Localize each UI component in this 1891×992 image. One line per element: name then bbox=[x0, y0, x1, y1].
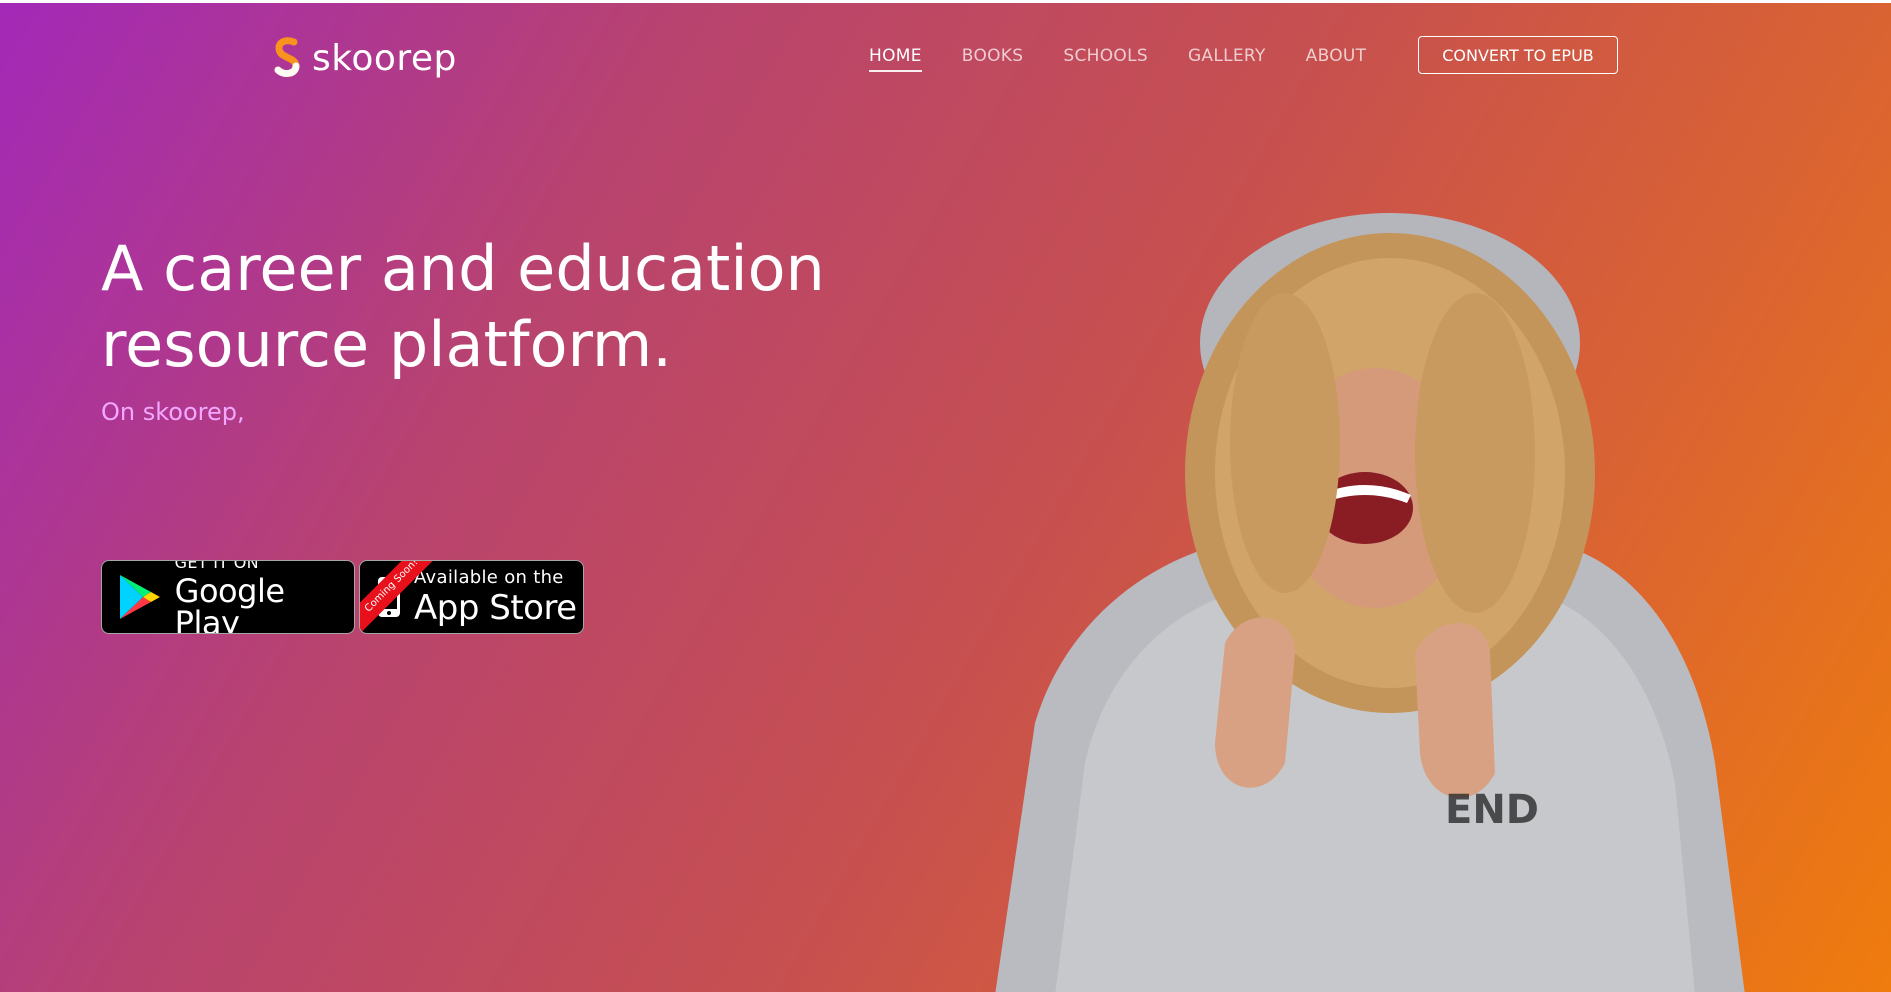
nav-gallery[interactable]: GALLERY bbox=[1188, 46, 1266, 72]
google-badge-large-text: Google Play bbox=[174, 572, 285, 634]
nav-about[interactable]: ABOUT bbox=[1306, 46, 1367, 72]
brand-logo[interactable]: skoorep bbox=[270, 33, 457, 83]
google-play-icon bbox=[116, 572, 165, 622]
main-nav: HOME BOOKS SCHOOLS GALLERY ABOUT bbox=[869, 46, 1406, 72]
hero-headline-line1: A career and education bbox=[101, 232, 825, 305]
apple-badge-large-text: App Store bbox=[414, 588, 577, 628]
nav-home[interactable]: HOME bbox=[869, 46, 922, 72]
hero-headline-line2: resource platform. bbox=[101, 308, 673, 381]
skoorep-s-logo-icon bbox=[274, 37, 300, 77]
hero-subline: On skoorep, bbox=[101, 398, 245, 426]
hero-headline: A career and education resource platform… bbox=[101, 231, 921, 383]
google-play-badge[interactable]: GET IT ON Google Play bbox=[101, 560, 355, 634]
apple-badge-small-text: Available on the bbox=[414, 567, 564, 588]
nav-schools[interactable]: SCHOOLS bbox=[1063, 46, 1148, 72]
app-store-badge[interactable]: Coming Soon! Available on the App Store bbox=[359, 560, 584, 634]
svg-text:END: END bbox=[1445, 787, 1539, 833]
hero-section: skoorep HOME BOOKS SCHOOLS GALLERY ABOUT… bbox=[0, 3, 1891, 992]
nav-books[interactable]: BOOKS bbox=[962, 46, 1024, 72]
smiling-person-in-hoodie-image: END bbox=[995, 213, 1745, 992]
brand-name: skoorep bbox=[312, 37, 457, 79]
google-badge-small-text: GET IT ON bbox=[174, 560, 259, 572]
convert-to-epub-button[interactable]: CONVERT TO EPUB bbox=[1418, 36, 1618, 74]
